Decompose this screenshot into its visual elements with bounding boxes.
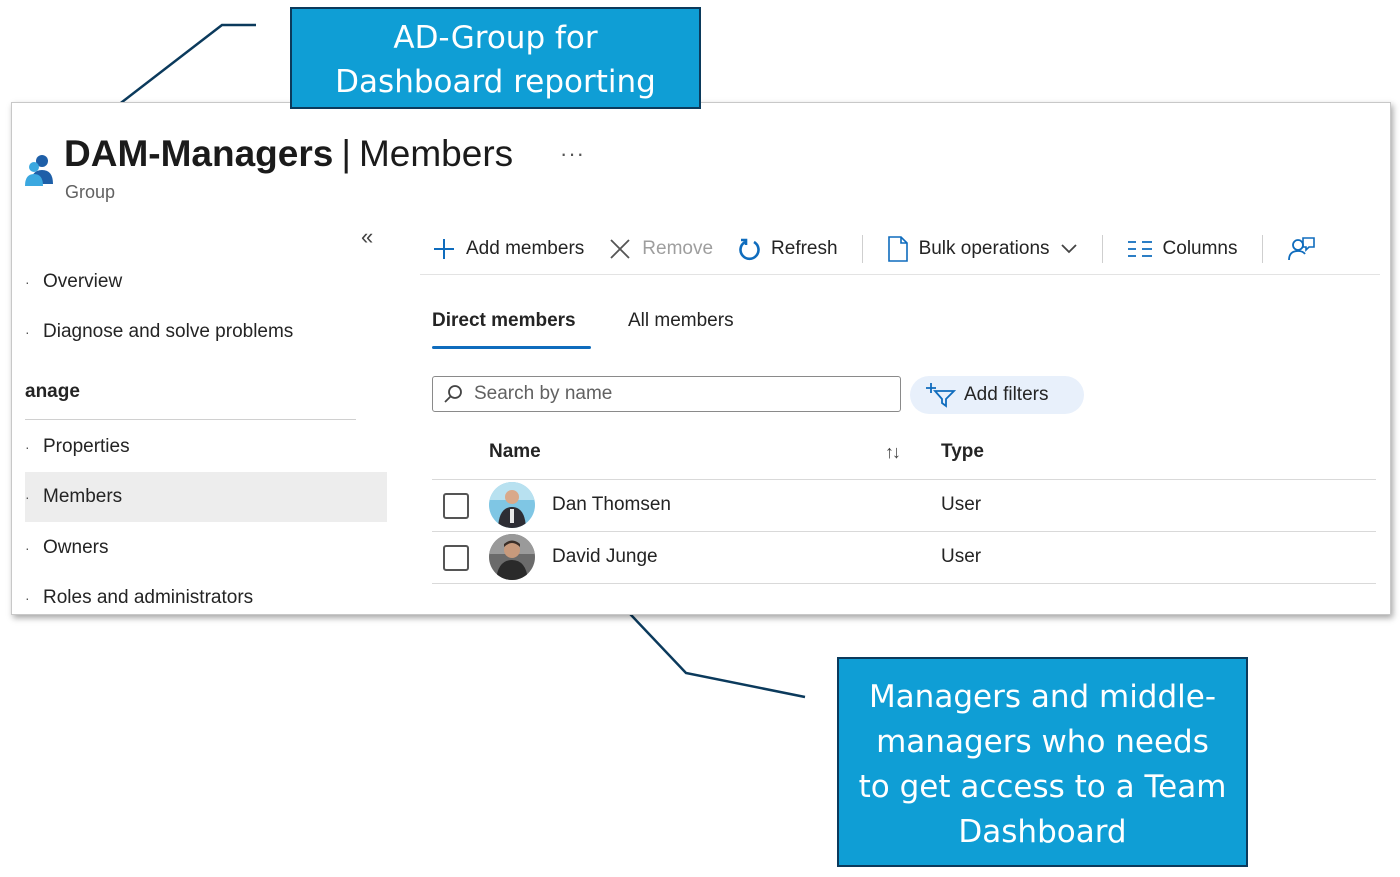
remove-label: Remove bbox=[642, 238, 714, 259]
search-box[interactable] bbox=[432, 376, 901, 412]
row-checkbox[interactable] bbox=[443, 493, 469, 519]
member-type: User bbox=[941, 546, 982, 567]
plus-icon bbox=[432, 237, 456, 261]
toolbar-separator bbox=[1261, 235, 1263, 263]
page-subtitle: Group bbox=[65, 182, 116, 202]
page-name: Members bbox=[358, 133, 514, 174]
add-filters-label: Add filters bbox=[964, 384, 1049, 405]
nav-bullet-icon: · bbox=[25, 324, 30, 340]
sidebar-item-properties[interactable]: · Properties bbox=[25, 422, 387, 472]
sidebar-item-overview[interactable]: · Overview bbox=[25, 257, 387, 307]
toolbar-divider bbox=[420, 274, 1380, 275]
member-name[interactable]: David Junge bbox=[552, 546, 658, 568]
sidebar-item-label: Members bbox=[43, 486, 123, 507]
sidebar-item-label: Roles and administrators bbox=[43, 587, 254, 608]
table-row[interactable]: David Junge User bbox=[432, 532, 1376, 583]
bulk-operations-label: Bulk operations bbox=[918, 238, 1050, 259]
sidebar-divider bbox=[25, 419, 356, 420]
sidebar-item-roles[interactable]: · Roles and administrators bbox=[25, 573, 387, 614]
avatar bbox=[489, 534, 535, 580]
remove-button[interactable]: Remove bbox=[608, 237, 713, 261]
avatar bbox=[489, 482, 535, 528]
nav-bullet-icon: · bbox=[25, 439, 30, 455]
chevron-down-icon bbox=[1060, 243, 1078, 255]
sidebar-item-label: Overview bbox=[43, 271, 123, 292]
column-header-type[interactable]: Type bbox=[941, 441, 984, 463]
nav-bullet-icon: · bbox=[25, 274, 30, 290]
columns-label: Columns bbox=[1162, 238, 1238, 259]
page-title: DAM-Managers | Members bbox=[64, 133, 513, 175]
more-options-button[interactable]: ··· bbox=[560, 141, 585, 167]
tab-all-members[interactable]: All members bbox=[628, 310, 734, 332]
toolbar-separator bbox=[861, 235, 863, 263]
feedback-button[interactable] bbox=[1287, 236, 1325, 262]
sidebar-item-owners[interactable]: · Owners bbox=[25, 523, 387, 573]
tab-direct-members[interactable]: Direct members bbox=[432, 310, 576, 332]
sort-icon[interactable]: ↑↓ bbox=[885, 442, 901, 463]
search-input[interactable] bbox=[472, 382, 876, 406]
close-icon bbox=[608, 237, 632, 261]
member-type: User bbox=[941, 494, 982, 515]
nav-bullet-icon: · bbox=[25, 489, 30, 505]
refresh-label: Refresh bbox=[771, 238, 838, 259]
nav-bullet-icon: · bbox=[25, 590, 30, 606]
table-row[interactable]: Dan Thomsen User bbox=[432, 480, 1376, 531]
collapse-sidebar-button[interactable]: « bbox=[361, 224, 373, 250]
callout-line: Dashboard reporting bbox=[335, 64, 656, 100]
callout-line: managers who needs bbox=[876, 724, 1209, 760]
callout-line: Dashboard bbox=[958, 814, 1127, 850]
row-divider bbox=[432, 583, 1376, 584]
bulk-operations-button[interactable]: Bulk operations bbox=[887, 236, 1078, 262]
active-tab-indicator bbox=[432, 346, 591, 349]
sidebar-section-manage: anage bbox=[25, 381, 80, 402]
group-icon bbox=[25, 155, 53, 186]
sidebar-item-label: Owners bbox=[43, 537, 109, 558]
document-icon bbox=[887, 236, 909, 262]
column-header-name[interactable]: Name bbox=[489, 441, 541, 463]
group-name: DAM-Managers bbox=[64, 133, 334, 174]
sidebar-item-label: Diagnose and solve problems bbox=[43, 321, 294, 342]
command-toolbar: Add members Remove Refresh Bulk operatio… bbox=[432, 229, 1349, 269]
refresh-icon bbox=[737, 237, 761, 261]
filter-add-icon bbox=[926, 382, 956, 408]
columns-button[interactable]: Columns bbox=[1127, 238, 1238, 260]
toolbar-separator bbox=[1101, 235, 1103, 263]
callout-line: AD-Group for bbox=[393, 20, 598, 56]
nav-bullet-icon: · bbox=[25, 540, 30, 556]
columns-icon bbox=[1127, 240, 1153, 258]
callout-line: Managers and middle- bbox=[868, 679, 1217, 715]
refresh-button[interactable]: Refresh bbox=[737, 237, 838, 261]
callout-line: to get access to a Team bbox=[858, 769, 1227, 805]
row-checkbox[interactable] bbox=[443, 545, 469, 571]
title-separator: | bbox=[341, 133, 351, 174]
add-members-button[interactable]: Add members bbox=[432, 237, 584, 261]
add-filters-button[interactable]: Add filters bbox=[910, 376, 1084, 414]
sidebar-item-members[interactable]: · Members bbox=[25, 472, 387, 522]
feedback-person-icon bbox=[1287, 236, 1315, 262]
sidebar-item-diagnose[interactable]: · Diagnose and solve problems bbox=[25, 307, 387, 357]
entra-group-members-panel: DAM-Managers | Members ··· Group « · Overv… bbox=[11, 102, 1391, 615]
member-name[interactable]: Dan Thomsen bbox=[552, 494, 671, 516]
sidebar-item-label: Properties bbox=[43, 436, 130, 457]
annotation-callout-ad-group: AD-Group for Dashboard reporting bbox=[290, 7, 701, 109]
add-members-label: Add members bbox=[466, 238, 585, 259]
search-icon bbox=[443, 384, 463, 404]
annotation-callout-managers: Managers and middle- managers who needs … bbox=[837, 657, 1248, 867]
